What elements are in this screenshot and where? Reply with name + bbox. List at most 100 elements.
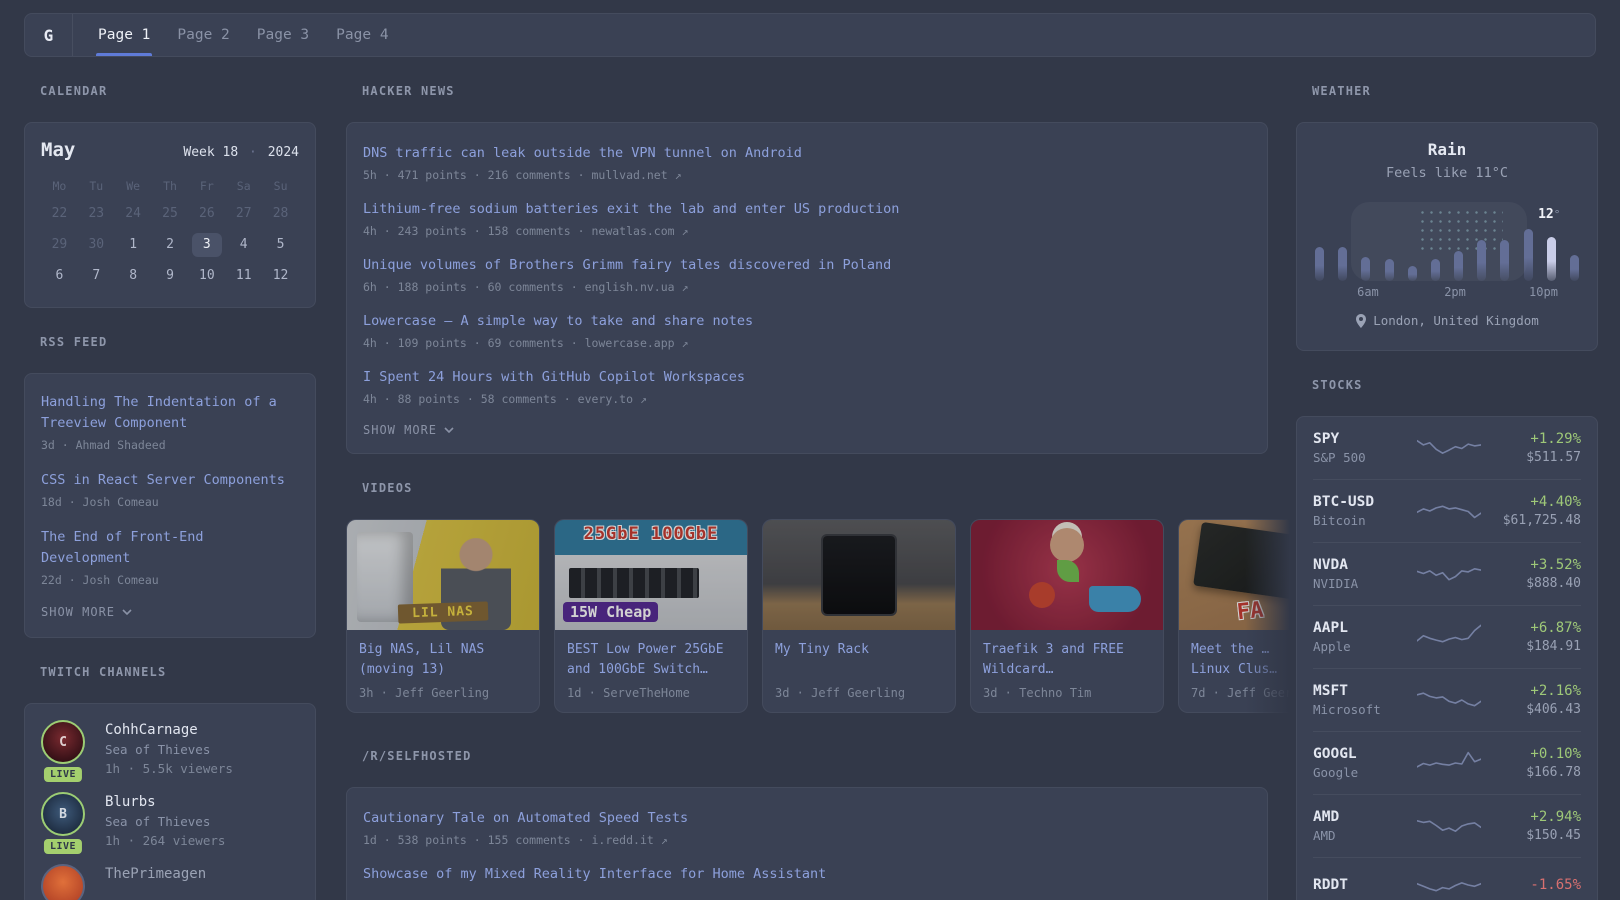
rss-item-title[interactable]: CSS in React Server Components	[41, 470, 299, 491]
video-card[interactable]: My Tiny Rack 3d · Jeff Geerling	[762, 519, 956, 713]
stock-symbol[interactable]: NVDA	[1313, 555, 1417, 575]
stock-row[interactable]: AAPL Apple +6.87% $184.91	[1313, 605, 1581, 668]
hackernews-item-source-link[interactable]: lowercase.app ↗	[585, 336, 689, 350]
rss-section-title: RSS FEED	[40, 335, 108, 349]
calendar-day: 5	[276, 237, 285, 252]
stock-symbol[interactable]: AMD	[1313, 807, 1417, 827]
twitch-channel-row[interactable]: B LIVE Blurbs Sea of Thieves 1h · 264 vi…	[41, 792, 299, 854]
rss-item-title[interactable]: Handling The Indentation of a Treeview C…	[41, 392, 299, 434]
live-badge: LIVE	[43, 839, 83, 854]
twitch-channel-row[interactable]: C LIVE CohhCarnage Sea of Thieves 1h · 5…	[41, 720, 299, 782]
hackernews-item-title[interactable]: Lithium-free sodium batteries exit the l…	[363, 199, 1251, 220]
weather-time-labels: 6am 2pm 10pm	[1313, 285, 1581, 303]
stock-row[interactable]: RDDT -1.65%	[1313, 857, 1581, 900]
twitch-channel-name[interactable]: Blurbs	[105, 792, 225, 812]
reddit-item-source-link[interactable]: i.redd.it ↗	[591, 833, 667, 847]
reddit-item-title[interactable]: Showcase of my Mixed Reality Interface f…	[363, 864, 1251, 885]
weather-bars	[1313, 191, 1581, 281]
tab-page-1[interactable]: Page 1	[95, 14, 153, 56]
calendar-day: 22	[51, 206, 68, 221]
rss-show-more-label: SHOW MORE	[41, 605, 116, 619]
calendar-day: 29	[51, 237, 68, 252]
calendar-separator: ·	[249, 145, 257, 160]
stock-row[interactable]: AMD AMD +2.94% $150.45	[1313, 794, 1581, 857]
video-card[interactable]: Traefik 3 and FREE Wildcard… 3d · Techno…	[970, 519, 1164, 713]
video-title[interactable]: My Tiny Rack	[775, 640, 943, 680]
tab-page-3[interactable]: Page 3	[257, 14, 309, 56]
video-title[interactable]: Traefik 3 and FREE Wildcard…	[983, 640, 1151, 680]
stock-price: $61,725.48	[1502, 513, 1581, 528]
stock-company: Bitcoin	[1313, 513, 1366, 528]
twitch-avatar[interactable]: C LIVE	[41, 720, 91, 782]
calendar-month: May	[41, 139, 76, 161]
stock-change: +1.29%	[1530, 431, 1581, 447]
reddit-item-title[interactable]: Cautionary Tale on Automated Speed Tests	[363, 808, 1251, 829]
video-card[interactable]: FA Meet the … Linux Clus… 7d · Jeff Geer…	[1178, 519, 1290, 713]
tab-page-4[interactable]: Page 4	[336, 14, 388, 56]
tab-page-2[interactable]: Page 2	[177, 14, 229, 56]
hackernews-show-more-label: SHOW MORE	[363, 423, 438, 437]
twitch-channel-name[interactable]: CohhCarnage	[105, 720, 233, 740]
calendar-day: 28	[272, 206, 289, 221]
stock-company: NVIDIA	[1313, 576, 1359, 591]
rss-item-title[interactable]: The End of Front-End Development	[41, 527, 299, 569]
calendar-year: 2024	[267, 145, 299, 160]
hackernews-item-meta: 5h · 471 points · 216 comments ·	[363, 168, 592, 182]
hackernews-item: Lithium-free sodium batteries exit the l…	[363, 199, 1251, 240]
calendar-day: 1	[129, 237, 138, 252]
stock-row[interactable]: MSFT Microsoft +2.16% $406.43	[1313, 668, 1581, 731]
stock-symbol[interactable]: GOOGL	[1313, 744, 1417, 764]
twitch-channel-meta: 1h · 5.5k viewers	[105, 761, 233, 776]
stock-symbol[interactable]: RDDT	[1313, 875, 1417, 895]
weather-widget: Rain Feels like 11°C 12° 6am 2pm 10pm Lond…	[1296, 122, 1598, 351]
stock-row[interactable]: SPY S&P 500 +1.29% $511.57	[1313, 417, 1581, 479]
rss-item-meta: 3d · Ahmad Shadeed	[41, 438, 166, 452]
video-title[interactable]: BEST Low Power 25GbE and 100GbE Switch…	[567, 640, 735, 680]
thumbnail-text: 25GbE 100GbE	[583, 524, 719, 544]
rss-item-meta: 22d · Josh Comeau	[41, 573, 159, 587]
hackernews-item-source-link[interactable]: english.nv.ua ↗	[585, 280, 689, 294]
hackernews-show-more-button[interactable]: SHOW MORE	[363, 423, 1251, 437]
video-card[interactable]: 25GbE 100GbE 15W Cheap BEST Low Power 25…	[554, 519, 748, 713]
hackernews-item-source-link[interactable]: mullvad.net ↗	[591, 168, 681, 182]
stock-sparkline	[1417, 568, 1481, 581]
hackernews-item-title[interactable]: I Spent 24 Hours with GitHub Copilot Wor…	[363, 367, 1251, 388]
stock-row[interactable]: BTC-USD Bitcoin +4.40% $61,725.48	[1313, 479, 1581, 542]
video-title[interactable]: Meet the … Linux Clus…	[1191, 640, 1290, 680]
stock-row[interactable]: NVDA NVIDIA +3.52% $888.40	[1313, 542, 1581, 605]
calendar-day: 6	[55, 268, 64, 283]
rss-show-more-button[interactable]: SHOW MORE	[41, 605, 299, 619]
twitch-avatar[interactable]	[41, 864, 91, 900]
temp-bar	[1384, 259, 1394, 281]
stock-symbol[interactable]: AAPL	[1313, 618, 1417, 638]
stock-change: -1.65%	[1530, 877, 1581, 893]
avatar: C	[41, 720, 85, 764]
hackernews-item-title[interactable]: DNS traffic can leak outside the VPN tun…	[363, 143, 1251, 164]
hackernews-item-title[interactable]: Lowercase – A simple way to take and sha…	[363, 311, 1251, 332]
stock-row[interactable]: GOOGL Google +0.10% $166.78	[1313, 731, 1581, 794]
stock-sparkline	[1417, 692, 1481, 707]
hackernews-item-source-link[interactable]: every.to ↗	[578, 392, 647, 406]
hackernews-item-meta: 4h · 243 points · 158 comments ·	[363, 224, 592, 238]
twitch-avatar[interactable]: B LIVE	[41, 792, 91, 854]
stock-symbol[interactable]: SPY	[1313, 429, 1417, 449]
stock-sparkline	[1417, 624, 1481, 643]
twitch-channel-row[interactable]: ThePrimeagen	[41, 864, 299, 900]
stock-symbol[interactable]: MSFT	[1313, 681, 1417, 701]
calendar-day: 2	[166, 237, 174, 252]
hackernews-item-title[interactable]: Unique volumes of Brothers Grimm fairy t…	[363, 255, 1251, 276]
calendar-day: 4	[239, 237, 248, 252]
weather-location: London, United Kingdom	[1313, 313, 1581, 328]
app-logo[interactable]: G	[25, 14, 73, 56]
video-title[interactable]: Big NAS, Lil NAS (moving 13)	[359, 640, 527, 680]
twitch-channel-name[interactable]: ThePrimeagen	[105, 864, 206, 884]
video-meta: 3d · Techno Tim	[983, 686, 1092, 700]
video-meta: 1d · ServeTheHome	[567, 686, 690, 700]
stock-change: +6.87%	[1530, 620, 1581, 636]
stock-symbol[interactable]: BTC-USD	[1313, 492, 1417, 512]
hackernews-item-source-link[interactable]: newatlas.com ↗	[591, 224, 688, 238]
stock-sparkline	[1417, 505, 1481, 519]
video-card[interactable]: LIL NAS Big NAS, Lil NAS (moving 13) 3h …	[346, 519, 540, 713]
video-thumbnail	[971, 520, 1163, 630]
weather-condition: Rain	[1427, 140, 1467, 159]
